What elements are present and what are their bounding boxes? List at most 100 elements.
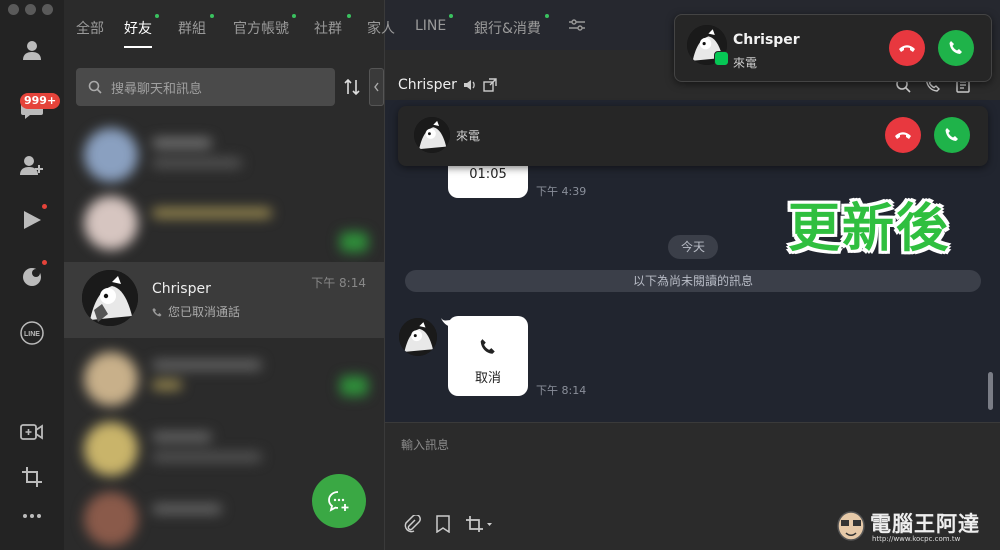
caller-avatar — [414, 117, 450, 153]
category-tabs: 全部 好友 群組 官方帳號 社群 — [64, 0, 384, 50]
avatar — [82, 270, 138, 326]
cancelled-call-bubble[interactable]: 取消 — [448, 316, 528, 396]
decline-call-button[interactable] — [889, 30, 925, 66]
phone-icon — [945, 128, 958, 141]
list-item[interactable] — [64, 118, 384, 186]
hang-up-icon — [895, 132, 911, 139]
in-chat-call-banner[interactable]: 來電 — [398, 106, 988, 166]
chevron-left-icon — [374, 82, 379, 92]
phone-icon — [949, 41, 962, 54]
avatar — [84, 196, 138, 250]
tab-bank-shopping[interactable]: 銀行&消費 — [474, 18, 541, 38]
watermark-logo: 電腦王阿達 http://www.kocpc.com.tw — [834, 506, 996, 546]
decline-call-button[interactable] — [885, 117, 921, 153]
speaker-icon[interactable] — [463, 79, 477, 91]
collapse-panel-button[interactable] — [369, 68, 384, 106]
video-call-icon[interactable] — [18, 418, 46, 446]
unread-divider: 以下為尚未閱讀的訊息 — [405, 270, 981, 292]
bookmark-icon[interactable] — [435, 515, 451, 533]
list-item[interactable] — [64, 342, 384, 410]
more-menu-icon[interactable] — [18, 502, 46, 530]
screenshot-crop-icon[interactable] — [18, 463, 46, 491]
blurred-unread-badge — [340, 376, 368, 396]
line-app-icon — [714, 51, 729, 66]
overlay-caption: 更新後 — [788, 199, 951, 259]
external-window-icon[interactable] — [483, 78, 497, 92]
tab-communities-dot — [347, 14, 351, 18]
svg-text:LINE: LINE — [24, 331, 40, 338]
tab-line-dot — [449, 14, 453, 18]
profile-icon[interactable] — [18, 36, 46, 64]
screenshot-dropdown-icon[interactable] — [465, 515, 493, 533]
friend-name: Chrisper — [152, 281, 211, 297]
close-window-button[interactable] — [8, 4, 19, 15]
hang-up-icon — [899, 45, 915, 52]
search-input[interactable]: 搜尋聊天和訊息 — [76, 68, 335, 106]
avatar — [84, 492, 138, 546]
list-item[interactable] — [64, 412, 384, 480]
news-notification-dot — [42, 260, 47, 265]
last-message-preview: 您已取消通話 — [152, 303, 240, 320]
today-news-icon[interactable] — [18, 262, 46, 290]
blurred-name — [152, 208, 272, 218]
chat-title: Chrisper — [398, 77, 497, 93]
add-chat-icon — [328, 491, 349, 512]
line-services-icon[interactable]: LINE — [18, 319, 46, 347]
avatar — [84, 128, 138, 182]
scrollbar-thumb[interactable] — [988, 372, 993, 410]
tab-all[interactable]: 全部 — [76, 18, 104, 38]
message-time: 下午 4:39 — [536, 185, 587, 198]
last-message-text: 您已取消通話 — [168, 305, 241, 319]
minimize-window-button[interactable] — [25, 4, 36, 15]
tab-groups[interactable]: 群組 — [178, 18, 206, 38]
cancelled-call-label: 取消 — [474, 371, 501, 386]
blurred-unread-badge — [340, 232, 368, 252]
maximize-window-button[interactable] — [42, 4, 53, 15]
friend-list-panel: 全部 好友 群組 官方帳號 社群 搜尋聊天和訊息 Chrisper 您已取消通話… — [64, 0, 384, 550]
sort-icon[interactable] — [344, 78, 360, 100]
tab-friends-dot — [155, 14, 159, 18]
blurred-preview — [152, 380, 182, 390]
accept-call-button[interactable] — [938, 30, 974, 66]
call-duration: 01:05 — [469, 167, 507, 182]
sender-avatar[interactable] — [399, 318, 437, 356]
list-item[interactable] — [64, 186, 384, 254]
accept-call-button[interactable] — [934, 117, 970, 153]
chat-title-text: Chrisper — [398, 77, 457, 93]
tab-groups-dot — [210, 14, 214, 18]
watermark-url: http://www.kocpc.com.tw — [872, 535, 961, 543]
new-chat-button[interactable] — [312, 474, 366, 528]
composer-toolbar — [403, 515, 493, 533]
tab-communities[interactable]: 社群 — [314, 18, 342, 38]
blurred-name — [152, 360, 262, 370]
search-placeholder: 搜尋聊天和訊息 — [111, 81, 203, 97]
composer-placeholder: 輸入訊息 — [401, 438, 450, 452]
search-icon — [88, 80, 102, 94]
tab-friends[interactable]: 好友 — [124, 18, 152, 38]
last-message-time: 下午 8:14 — [311, 276, 366, 290]
chat-pane: Chrisper 01:05 下午 4:39 今天 以下為尚未閱讀的訊息 取消 … — [384, 0, 1000, 550]
message-time: 下午 8:14 — [536, 384, 587, 397]
active-tab-underline — [124, 46, 152, 48]
date-separator: 今天 — [668, 235, 718, 259]
tab-official-accounts[interactable]: 官方帳號 — [233, 18, 289, 38]
incoming-call-popup[interactable]: Chrisper 來電 — [674, 14, 992, 82]
window-controls — [8, 4, 53, 15]
mascot-icon — [837, 511, 865, 541]
tab-line[interactable]: LINE — [415, 18, 446, 34]
attach-file-icon[interactable] — [403, 515, 421, 533]
call-subtitle: 來電 — [456, 129, 481, 143]
avatar — [84, 422, 138, 476]
voom-notification-dot — [42, 204, 47, 209]
tab-family[interactable]: 家人 — [367, 18, 395, 38]
phone-icon — [152, 307, 162, 316]
call-subtitle: 來電 — [733, 56, 758, 70]
friend-row-chrisper[interactable]: Chrisper 您已取消通話 下午 8:14 — [64, 262, 384, 338]
voom-play-icon[interactable] — [18, 206, 46, 234]
blurred-name — [152, 432, 212, 442]
avatar — [84, 352, 138, 406]
tab-official-dot — [292, 14, 296, 18]
watermark-title: 電腦王阿達 — [870, 512, 980, 536]
add-friend-icon[interactable] — [18, 151, 46, 179]
phone-icon — [480, 339, 495, 354]
